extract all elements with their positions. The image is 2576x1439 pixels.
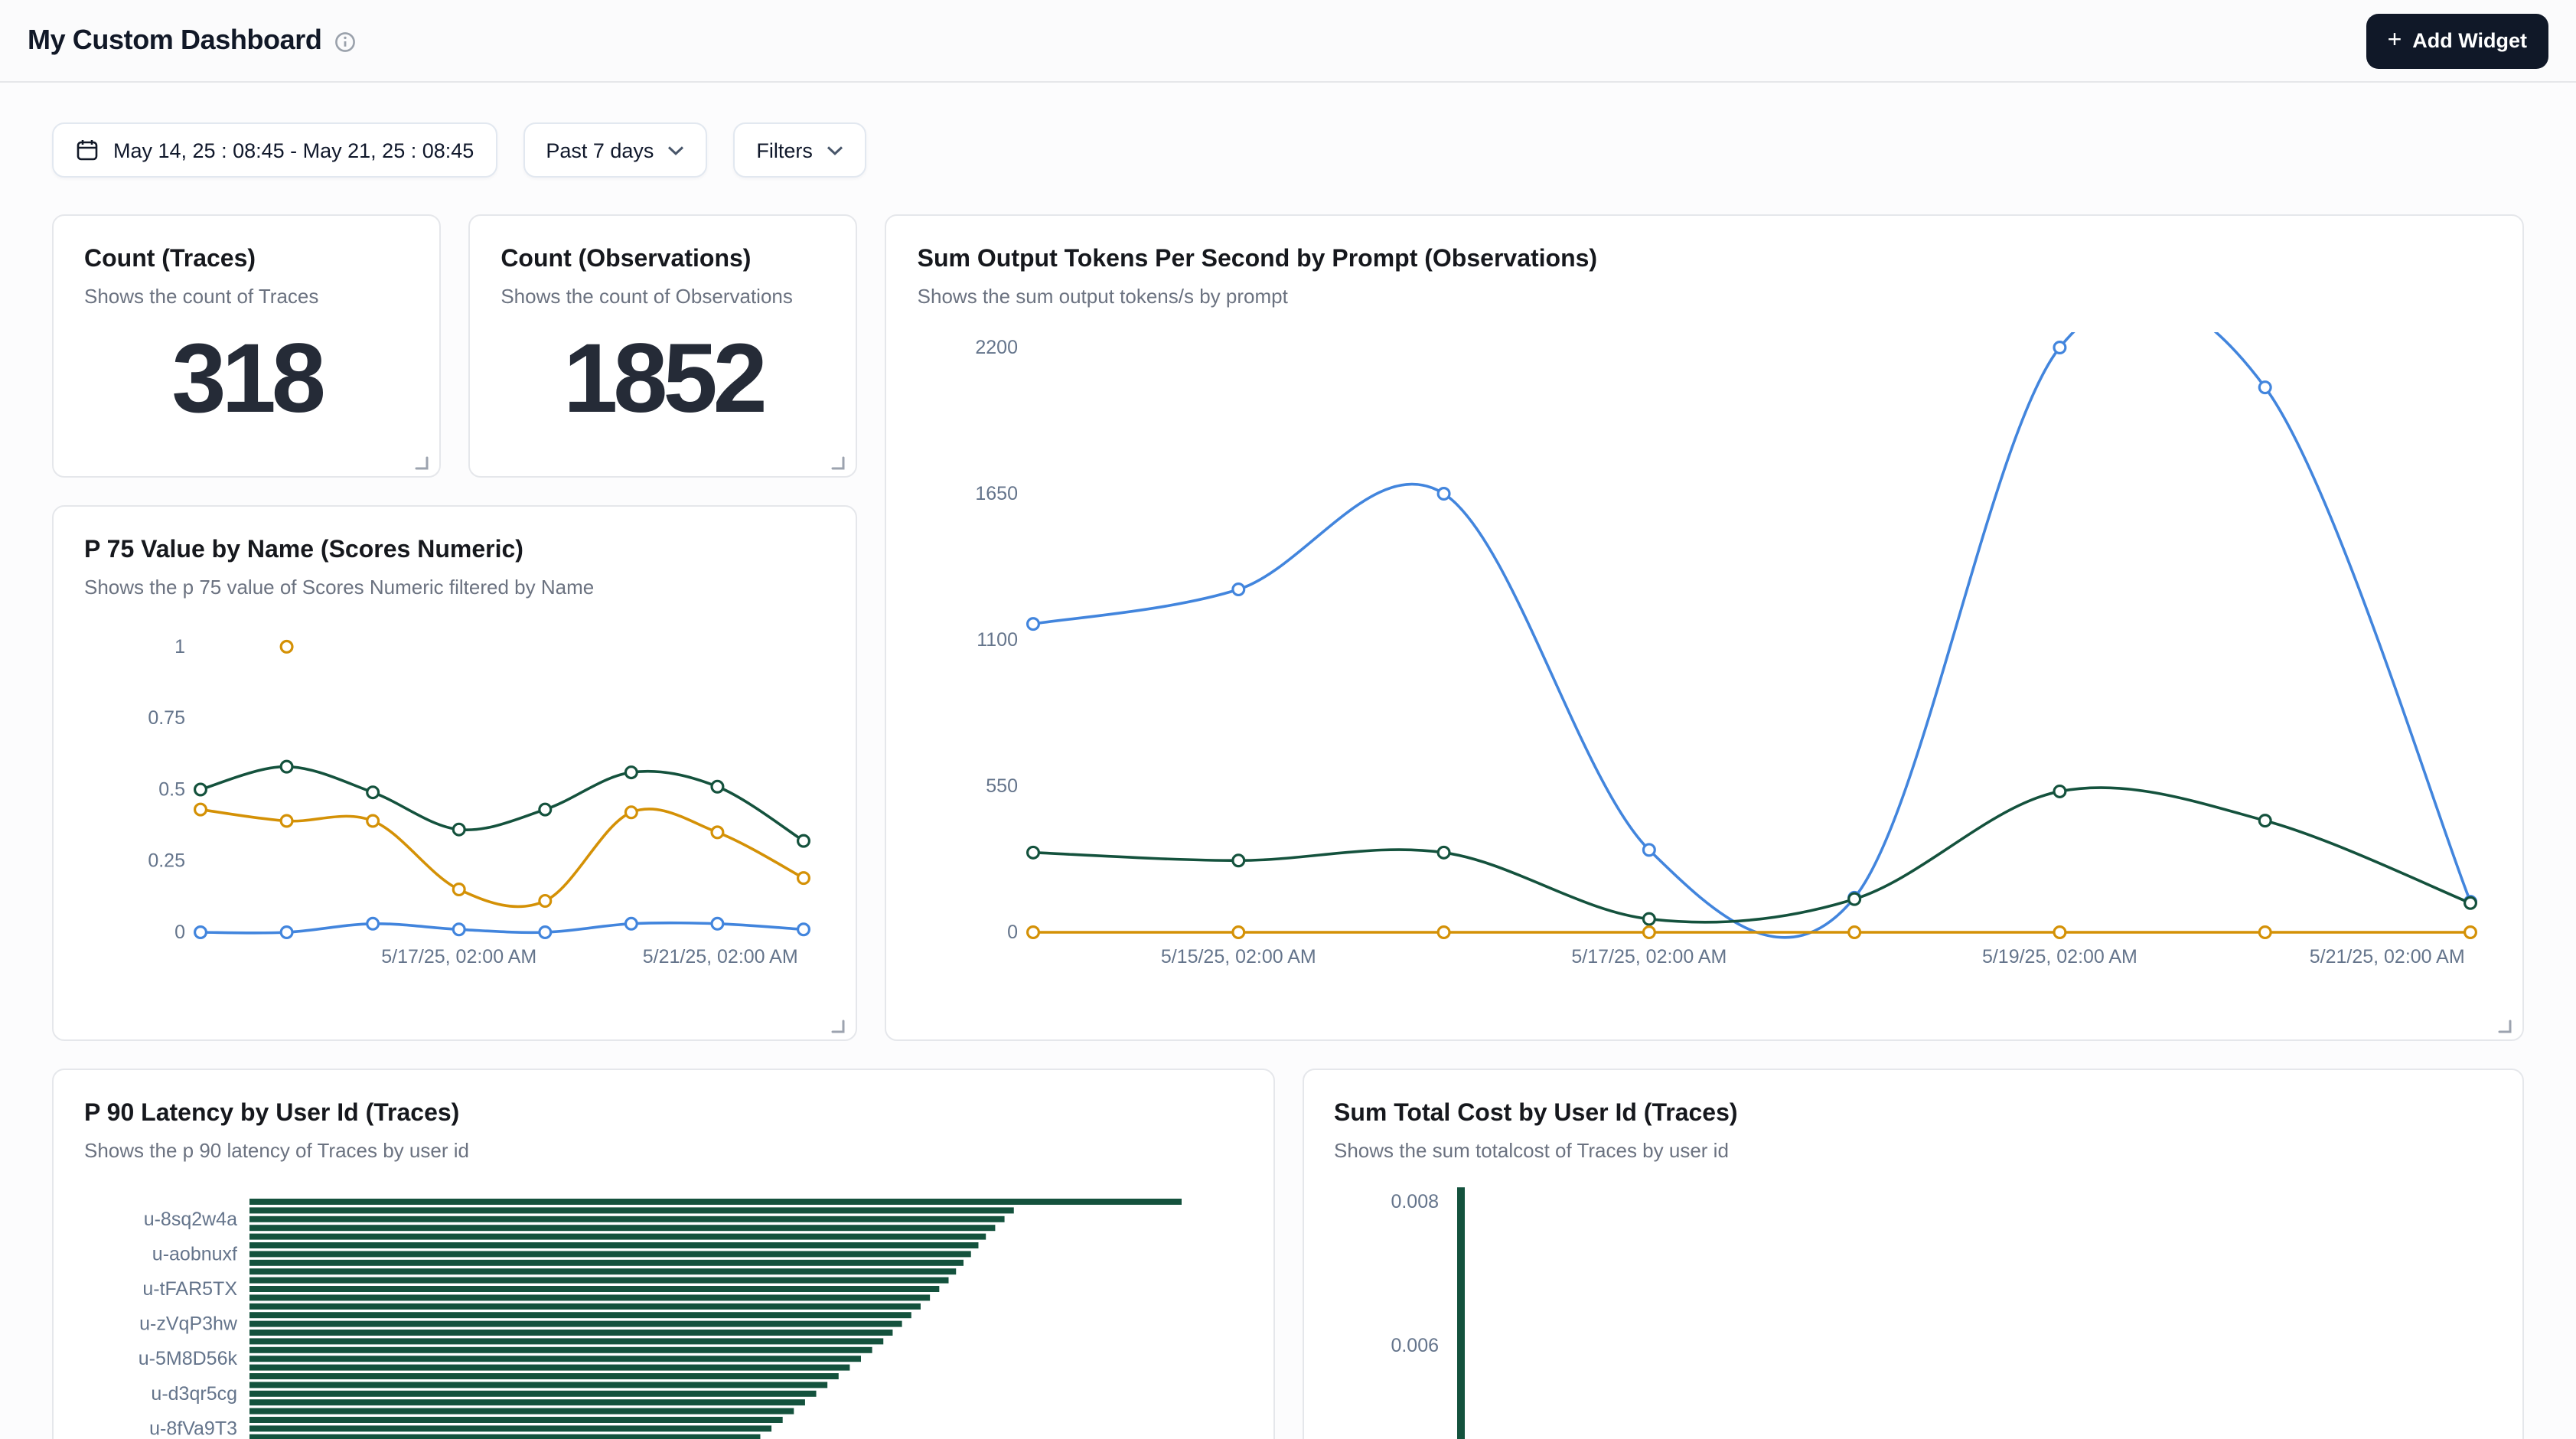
plus-icon: + xyxy=(2388,28,2402,53)
resize-handle-icon[interactable] xyxy=(829,1013,847,1032)
count-value: 1852 xyxy=(501,323,825,433)
widget-subtitle: Shows the p 75 value of Scores Numeric f… xyxy=(84,574,826,602)
svg-text:1: 1 xyxy=(174,636,185,658)
chevron-down-icon xyxy=(827,145,843,155)
p90-bar-chart[interactable]: u-8sq2w4a u-aobnuxf u-tFAR5TX u-zVqP3hw u-5M… xyxy=(84,1183,1242,1439)
svg-text:0.006: 0.006 xyxy=(1390,1335,1438,1356)
svg-text:0: 0 xyxy=(1008,922,1019,943)
widget-subtitle: Shows the sum output tokens/s by prompt xyxy=(918,283,2492,311)
widget-title: P 90 Latency by User Id (Traces) xyxy=(84,1098,1242,1131)
toolbar: May 14, 25 : 08:45 - May 21, 25 : 08:45 … xyxy=(0,83,2576,178)
resize-handle-icon[interactable] xyxy=(2495,1013,2513,1032)
widget-title: Count (Observations) xyxy=(501,243,825,277)
svg-text:u-aobnuxf: u-aobnuxf xyxy=(152,1243,237,1264)
widget-p90-latency[interactable]: P 90 Latency by User Id (Traces) Shows t… xyxy=(52,1069,1274,1439)
chevron-down-icon xyxy=(667,145,684,155)
svg-text:0.75: 0.75 xyxy=(148,707,185,729)
svg-text:5/15/25, 02:00 AM: 5/15/25, 02:00 AM xyxy=(1161,946,1316,967)
widget-title: Sum Total Cost by User Id (Traces) xyxy=(1334,1098,2492,1131)
p75-line-chart[interactable]: 0 0.25 0.5 0.75 1 5/17/25, 02:00 AM 5/21/25, 0… xyxy=(84,620,826,975)
svg-text:u-5M8D56k: u-5M8D56k xyxy=(139,1348,238,1369)
svg-text:u-zVqP3hw: u-zVqP3hw xyxy=(139,1313,238,1335)
svg-text:u-d3qr5cg: u-d3qr5cg xyxy=(151,1383,237,1405)
svg-text:550: 550 xyxy=(986,775,1019,797)
svg-text:5/21/25, 02:00 AM: 5/21/25, 02:00 AM xyxy=(643,946,798,967)
widget-p75-scores[interactable]: P 75 Value by Name (Scores Numeric) Show… xyxy=(52,505,858,1041)
widget-subtitle: Shows the count of Observations xyxy=(501,283,825,311)
date-range-value: May 14, 25 : 08:45 - May 21, 25 : 08:45 xyxy=(113,139,474,162)
date-range-picker[interactable]: May 14, 25 : 08:45 - May 21, 25 : 08:45 xyxy=(52,122,497,178)
svg-text:0: 0 xyxy=(174,922,185,943)
count-value: 318 xyxy=(84,323,409,433)
widget-count-traces[interactable]: Count (Traces) Shows the count of Traces… xyxy=(52,214,441,478)
svg-text:1100: 1100 xyxy=(977,629,1019,651)
svg-text:1650: 1650 xyxy=(976,483,1019,504)
filters-dropdown[interactable]: Filters xyxy=(733,122,866,178)
widget-subtitle: Shows the count of Traces xyxy=(84,283,409,311)
svg-text:u-8sq2w4a: u-8sq2w4a xyxy=(144,1209,237,1230)
resize-handle-icon[interactable] xyxy=(829,450,847,468)
widget-subtitle: Shows the sum totalcost of Traces by use… xyxy=(1334,1137,2492,1165)
time-preset-dropdown[interactable]: Past 7 days xyxy=(523,122,707,178)
info-icon[interactable] xyxy=(334,31,357,54)
tokens-line-chart[interactable]: 0 550 1100 1650 2200 5/15/25, 02:00 AM 5/17/25… xyxy=(918,332,2492,975)
widget-title: P 75 Value by Name (Scores Numeric) xyxy=(84,534,826,568)
widget-tokens-per-second[interactable]: Sum Output Tokens Per Second by Prompt (… xyxy=(885,214,2524,1041)
svg-text:2200: 2200 xyxy=(976,337,1019,358)
svg-text:0.008: 0.008 xyxy=(1390,1191,1438,1212)
dashboard-grid: Count (Traces) Shows the count of Traces… xyxy=(52,214,2524,1439)
svg-text:0.25: 0.25 xyxy=(148,850,185,872)
widget-subtitle: Shows the p 90 latency of Traces by user… xyxy=(84,1137,1242,1165)
widget-total-cost[interactable]: Sum Total Cost by User Id (Traces) Shows… xyxy=(1302,1069,2524,1439)
page-title: My Custom Dashboard xyxy=(28,24,321,57)
svg-text:5/19/25, 02:00 AM: 5/19/25, 02:00 AM xyxy=(1983,946,2138,967)
header: My Custom Dashboard + Add Widget xyxy=(0,0,2576,83)
filters-label: Filters xyxy=(756,139,813,162)
time-preset-value: Past 7 days xyxy=(546,139,654,162)
add-widget-label: Add Widget xyxy=(2412,29,2527,52)
svg-text:u-tFAR5TX: u-tFAR5TX xyxy=(142,1278,237,1300)
resize-handle-icon[interactable] xyxy=(412,450,430,468)
svg-text:u-8fVa9T3: u-8fVa9T3 xyxy=(149,1418,237,1439)
add-widget-button[interactable]: + Add Widget xyxy=(2366,13,2548,68)
svg-text:5/21/25, 02:00 AM: 5/21/25, 02:00 AM xyxy=(2310,946,2465,967)
widget-title: Count (Traces) xyxy=(84,243,409,277)
widget-title: Sum Output Tokens Per Second by Prompt (… xyxy=(918,243,2492,277)
svg-text:5/17/25, 02:00 AM: 5/17/25, 02:00 AM xyxy=(1572,946,1727,967)
svg-text:5/17/25, 02:00 AM: 5/17/25, 02:00 AM xyxy=(381,946,536,967)
svg-text:0.5: 0.5 xyxy=(158,778,185,800)
calendar-icon xyxy=(75,138,99,162)
cost-bar-chart[interactable]: 0.008 0.006 xyxy=(1334,1183,2492,1439)
dashboard-page: My Custom Dashboard + Add Widget xyxy=(0,0,2576,1439)
widget-count-observations[interactable]: Count (Observations) Shows the count of … xyxy=(468,214,857,478)
